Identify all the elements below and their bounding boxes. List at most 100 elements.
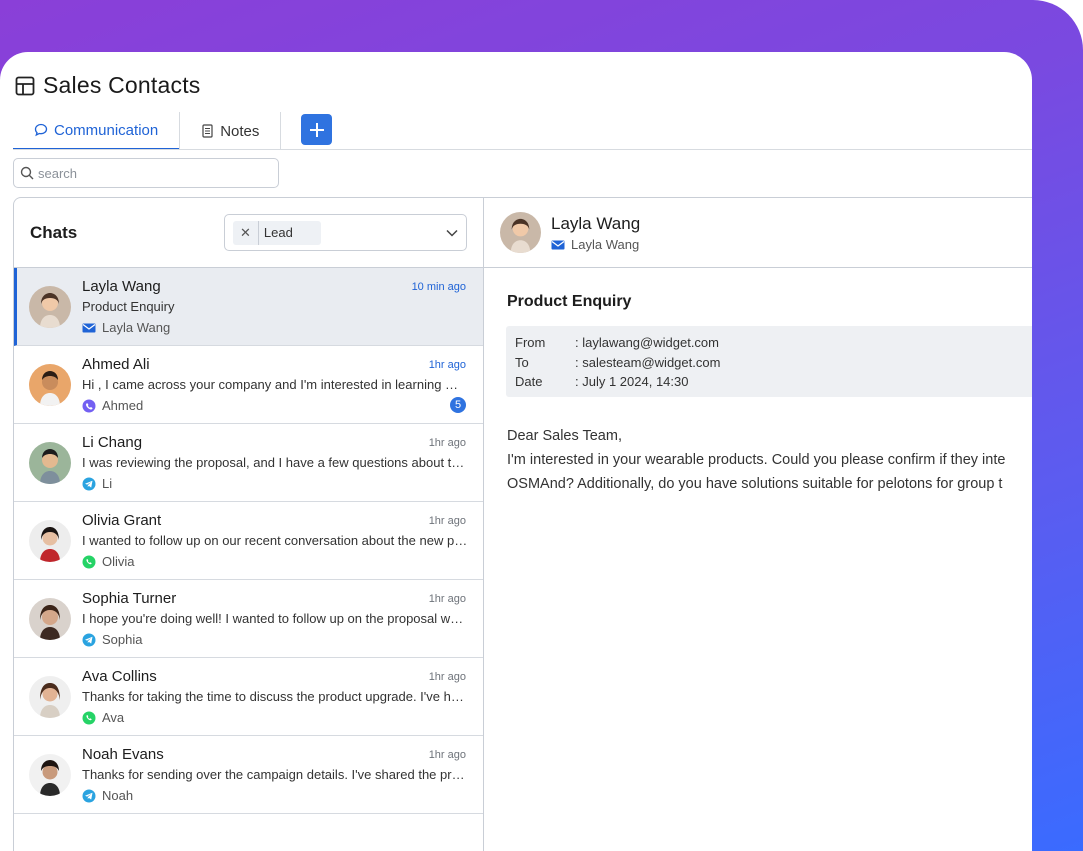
chevron-down-icon[interactable] — [446, 229, 458, 237]
chat-preview: Hi , I came across your company and I'm … — [82, 377, 468, 392]
chats-panel: Chats ✕ Lead Layla Wang 10 min ago Produ… — [13, 197, 484, 851]
chat-source: Ava — [82, 710, 124, 725]
chat-source: Olivia — [82, 554, 135, 569]
chat-source: Noah — [82, 788, 133, 803]
meta-label: From — [515, 335, 546, 351]
avatar-image — [29, 598, 71, 640]
chat-name: Li Chang — [82, 434, 143, 451]
chat-preview: I wanted to follow up on our recent conv… — [82, 533, 468, 548]
chat-bubble-icon — [34, 123, 48, 137]
search-box — [13, 158, 279, 188]
chat-time: 10 min ago — [411, 281, 466, 293]
tab-communication[interactable]: Communication — [13, 112, 180, 150]
filter-chip: ✕ Lead — [233, 220, 321, 245]
plus-icon — [309, 122, 324, 137]
document-icon — [202, 124, 213, 138]
avatar-image — [500, 212, 541, 253]
chat-item-layla-wang[interactable]: Layla Wang 10 min ago Product Enquiry La… — [14, 268, 483, 346]
unread-badge: 5 — [450, 397, 466, 413]
avatar — [29, 442, 71, 484]
whatsapp-icon — [82, 711, 96, 724]
chat-name: Sophia Turner — [82, 590, 177, 607]
chat-time: 1hr ago — [428, 359, 466, 371]
page-header: Sales Contacts — [15, 72, 201, 99]
tab-label: Notes — [220, 122, 260, 140]
chat-time: 1hr ago — [428, 593, 466, 605]
chat-time: 1hr ago — [428, 437, 466, 449]
chat-source: Ahmed — [82, 398, 143, 413]
telegram-icon — [82, 789, 96, 802]
chat-preview: I was reviewing the proposal, and I have… — [82, 455, 468, 470]
chat-preview: Thanks for taking the time to discuss th… — [82, 689, 468, 704]
chat-source-name: Layla Wang — [102, 320, 171, 335]
chat-source-name: Li — [102, 476, 113, 491]
avatar — [29, 364, 71, 406]
chat-source-name: Noah — [102, 788, 134, 803]
meta-value: : July 1 2024, 14:30 — [575, 374, 689, 390]
avatar-image — [29, 676, 71, 718]
message-detail-panel: Layla Wang Layla Wang Product Enquiry Fr… — [484, 197, 1032, 851]
chat-item-olivia-grant[interactable]: Olivia Grant 1hr ago I wanted to follow … — [14, 502, 483, 580]
search-input[interactable] — [38, 165, 258, 181]
table-icon — [15, 76, 35, 95]
chat-preview: Product Enquiry — [82, 299, 175, 314]
chat-item-li-chang[interactable]: Li Chang 1hr ago I was reviewing the pro… — [14, 424, 483, 502]
avatar-image — [29, 286, 71, 328]
chat-source-name: Ahmed — [102, 398, 144, 413]
message-body: Dear Sales Team, I'm interested in your … — [507, 424, 1032, 496]
message-line: OSMAnd? Additionally, do you have soluti… — [507, 476, 1003, 492]
chat-source: Li — [82, 476, 112, 491]
meta-to: To : salesteam@widget.com — [515, 353, 1032, 373]
avatar — [29, 598, 71, 640]
chat-source: Sophia — [82, 632, 142, 647]
email-icon — [551, 240, 565, 249]
chat-item-ahmed-ali[interactable]: Ahmed Ali 1hr ago Hi , I came across you… — [14, 346, 483, 424]
tab-divider — [280, 112, 282, 150]
whatsapp-icon — [82, 555, 96, 568]
message-meta: From : laylawang@widget.com To : saleste… — [506, 326, 1032, 397]
tab-bar: Communication Notes — [13, 112, 282, 150]
chat-source-name: Sophia — [102, 632, 143, 647]
tab-bar-underline — [13, 149, 1032, 150]
chat-item-sophia-turner[interactable]: Sophia Turner 1hr ago I hope you're doin… — [14, 580, 483, 658]
close-icon[interactable]: ✕ — [233, 220, 259, 245]
chat-name: Ava Collins — [82, 668, 157, 685]
message-line: Dear Sales Team, — [507, 428, 622, 444]
message-subject: Product Enquiry — [507, 293, 632, 310]
contact-channel: Layla Wang — [551, 237, 639, 252]
contact-channel-name: Layla Wang — [571, 237, 640, 252]
avatar-image — [29, 442, 71, 484]
meta-date: Date : July 1 2024, 14:30 — [515, 372, 1032, 392]
meta-from: From : laylawang@widget.com — [515, 333, 1032, 353]
chat-name: Ahmed Ali — [82, 356, 150, 373]
chat-time: 1hr ago — [428, 671, 466, 683]
email-icon — [82, 323, 96, 332]
chat-name: Olivia Grant — [82, 512, 162, 529]
telegram-icon — [82, 477, 96, 490]
avatar — [29, 676, 71, 718]
add-tab-button[interactable] — [301, 114, 332, 145]
chat-list: Layla Wang 10 min ago Product Enquiry La… — [14, 268, 483, 814]
chat-name: Layla Wang — [82, 278, 161, 295]
chat-source-name: Olivia — [102, 554, 135, 569]
chat-source-name: Ava — [102, 710, 125, 725]
chat-item-noah-evans[interactable]: Noah Evans 1hr ago Thanks for sending ov… — [14, 736, 483, 814]
chat-item-ava-collins[interactable]: Ava Collins 1hr ago Thanks for taking th… — [14, 658, 483, 736]
meta-value: : laylawang@widget.com — [575, 335, 719, 351]
avatar — [29, 286, 71, 328]
filter-select[interactable]: ✕ Lead — [224, 214, 467, 251]
chats-header: Chats ✕ Lead — [14, 198, 483, 268]
chat-preview: Thanks for sending over the campaign det… — [82, 767, 468, 782]
chat-time: 1hr ago — [428, 749, 466, 761]
avatar — [29, 754, 71, 796]
tab-notes[interactable]: Notes — [180, 112, 280, 150]
app-window: Sales Contacts Communication Notes searc… — [0, 52, 1032, 851]
detail-header: Layla Wang Layla Wang — [484, 198, 1032, 268]
chat-preview: I hope you're doing well! I wanted to fo… — [82, 611, 468, 626]
tab-label: Communication — [54, 121, 159, 139]
message-line: I'm interested in your wearable products… — [507, 452, 1006, 468]
avatar-image — [29, 364, 71, 406]
meta-label: Date — [515, 374, 543, 390]
telegram-icon — [82, 633, 96, 646]
page-title: Sales Contacts — [43, 72, 201, 98]
